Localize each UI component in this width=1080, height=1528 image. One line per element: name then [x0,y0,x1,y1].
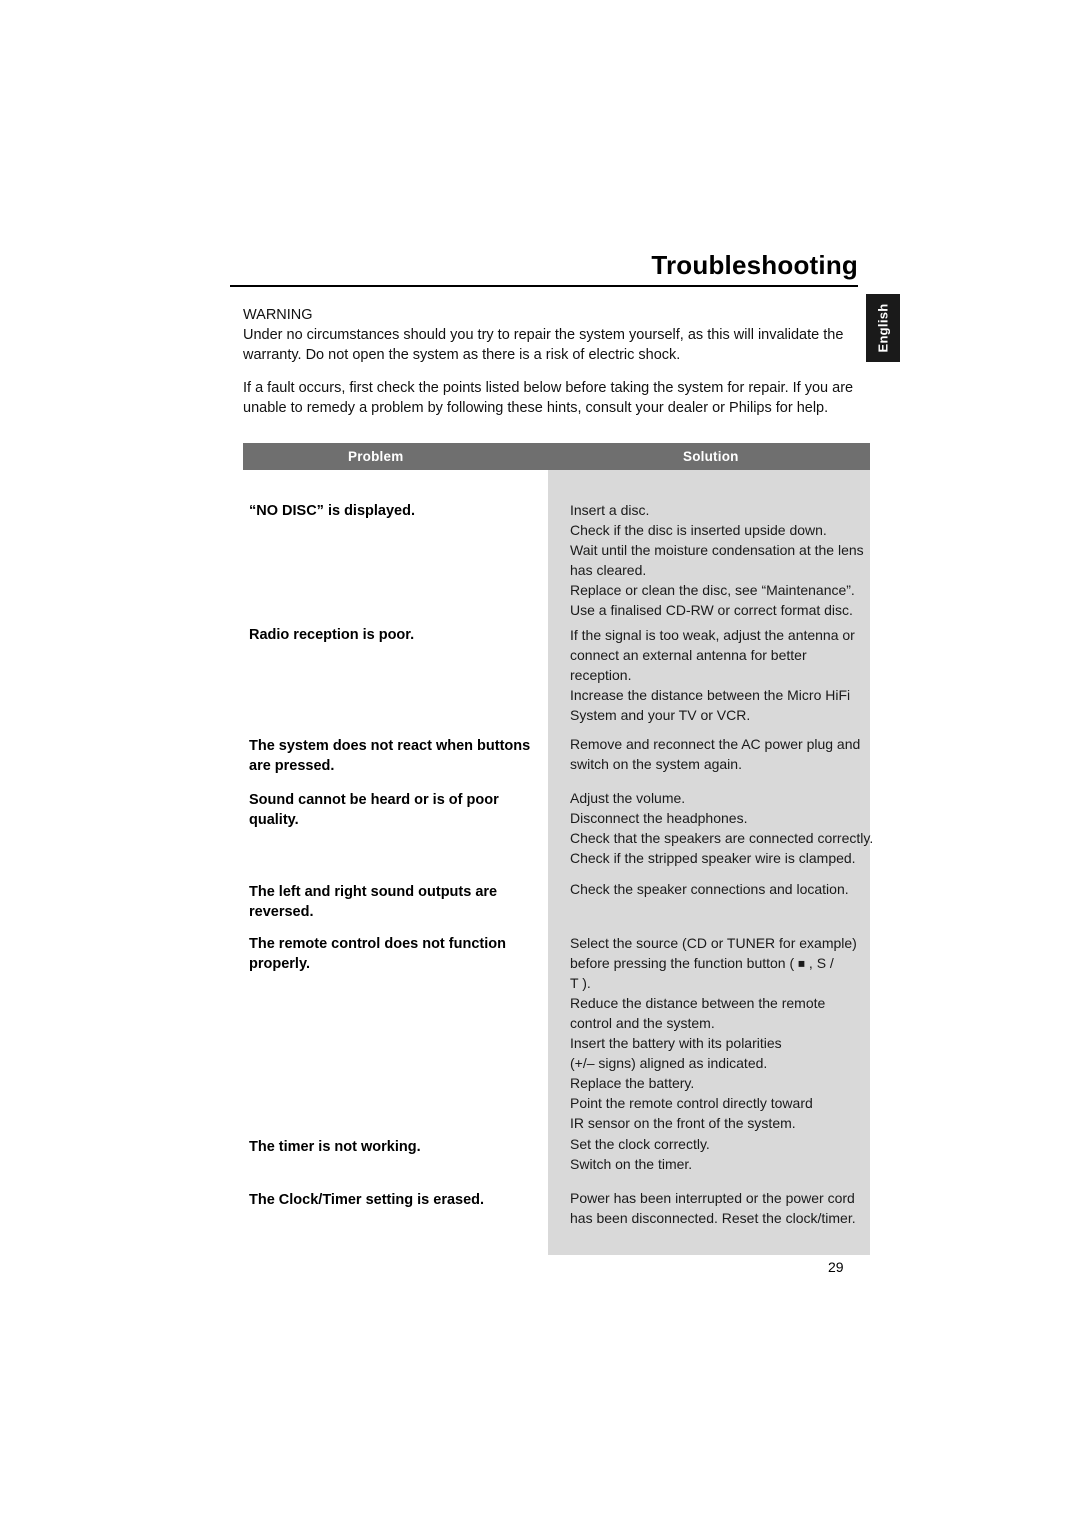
document-page: Troubleshooting English WARNING Under no… [0,0,1080,1528]
solution-line: has been disconnected. Reset the clock/t… [570,1210,856,1226]
table-row: The left and right sound outputs are rev… [249,884,498,920]
problem-column: “NO DISC” is displayed. Radio reception … [243,470,548,1255]
solution-line: Check that the speakers are connected co… [570,830,874,846]
solution-line: Wait until the moisture condensation at … [570,542,864,558]
solution-line: Adjust the volume. [570,790,686,806]
solution-line: control and the system. [570,1015,715,1031]
solution-line: Reduce the distance between the remote [570,995,826,1011]
solution-cell: Set the clock correctly. Switch on the t… [570,1134,865,1174]
solution-line: Power has been interrupted or the power … [570,1190,855,1206]
column-header-solution: Solution [683,449,739,464]
solution-line: Select the source (CD or TUNER for examp… [570,935,857,951]
solution-line: IR sensor on the front of the system. [570,1115,796,1131]
solution-cell: Insert a disc. Check if the disc is inse… [570,500,865,620]
solution-line: Remove and reconnect the AC power plug a… [570,736,861,752]
warning-heading: WARNING [243,307,313,323]
page-number: 29 [828,1259,844,1275]
solution-line: Insert the battery with its polarities [570,1035,782,1051]
solution-line: Check the speaker connections and locati… [570,881,849,897]
table-row: “NO DISC” is displayed. [249,503,415,519]
language-tab-label: English [875,303,891,353]
solution-line: Check if the disc is inserted upside dow… [570,522,827,538]
solution-line: Replace or clean the disc, see “Maintena… [570,582,855,598]
solution-line: (+/– signs) aligned as indicated. [570,1055,768,1071]
solution-cell: Select the source (CD or TUNER for examp… [570,933,865,1133]
table-row: The system does not react when buttons a… [249,738,531,774]
solution-cell: Check the speaker connections and locati… [570,879,865,899]
solution-line: before pressing the function button ( ⏹ … [570,955,834,971]
intro-text: If a fault occurs, first check the point… [243,380,854,416]
table-row: The timer is not working. [249,1139,421,1155]
solution-line: System and your TV or VCR. [570,707,751,723]
solution-line: Insert a disc. [570,502,650,518]
warning-text: Under no circumstances should you try to… [243,327,844,363]
column-header-problem: Problem [348,449,404,464]
table-row: Radio reception is poor. [249,627,415,643]
solution-line: Check if the stripped speaker wire is cl… [570,850,856,866]
solution-line: connect an external antenna for better [570,647,807,663]
solution-line: has cleared. [570,562,647,578]
solution-line: Point the remote control directly toward [570,1095,813,1111]
solution-cell: Remove and reconnect the AC power plug a… [570,734,865,774]
table-row: The Clock/Timer setting is erased. [249,1192,485,1208]
solution-line: Switch on the timer. [570,1156,693,1172]
solution-line: Use a finalised CD-RW or correct format … [570,602,853,618]
table-row: Sound cannot be heard or is of poor qual… [249,792,499,828]
title-divider [230,285,858,287]
solution-column: Insert a disc. Check if the disc is inse… [548,470,874,1255]
solution-line: If the signal is too weak, adjust the an… [570,627,855,643]
solution-line: Disconnect the headphones. [570,810,748,826]
solution-cell: If the signal is too weak, adjust the an… [570,625,865,725]
table-header-row: Problem Solution [243,443,870,470]
page-title: Troubleshooting [651,250,858,280]
warning-block: WARNING Under no circumstances should yo… [243,305,855,365]
language-tab: English [866,294,900,362]
table-body: “NO DISC” is displayed. Radio reception … [243,470,874,1255]
solution-cell: Adjust the volume. Disconnect the headph… [570,788,874,868]
solution-line: Increase the distance between the Micro … [570,687,851,703]
solution-cell: Power has been interrupted or the power … [570,1188,865,1228]
troubleshooting-table: Problem Solution “NO DISC” is displayed.… [243,443,874,1255]
solution-line: Set the clock correctly. [570,1136,710,1152]
solution-line: T ). [570,975,591,991]
solution-line: Replace the battery. [570,1075,695,1091]
solution-line: reception. [570,667,632,683]
solution-line: switch on the system again. [570,756,742,772]
table-row: The remote control does not function pro… [249,936,506,972]
